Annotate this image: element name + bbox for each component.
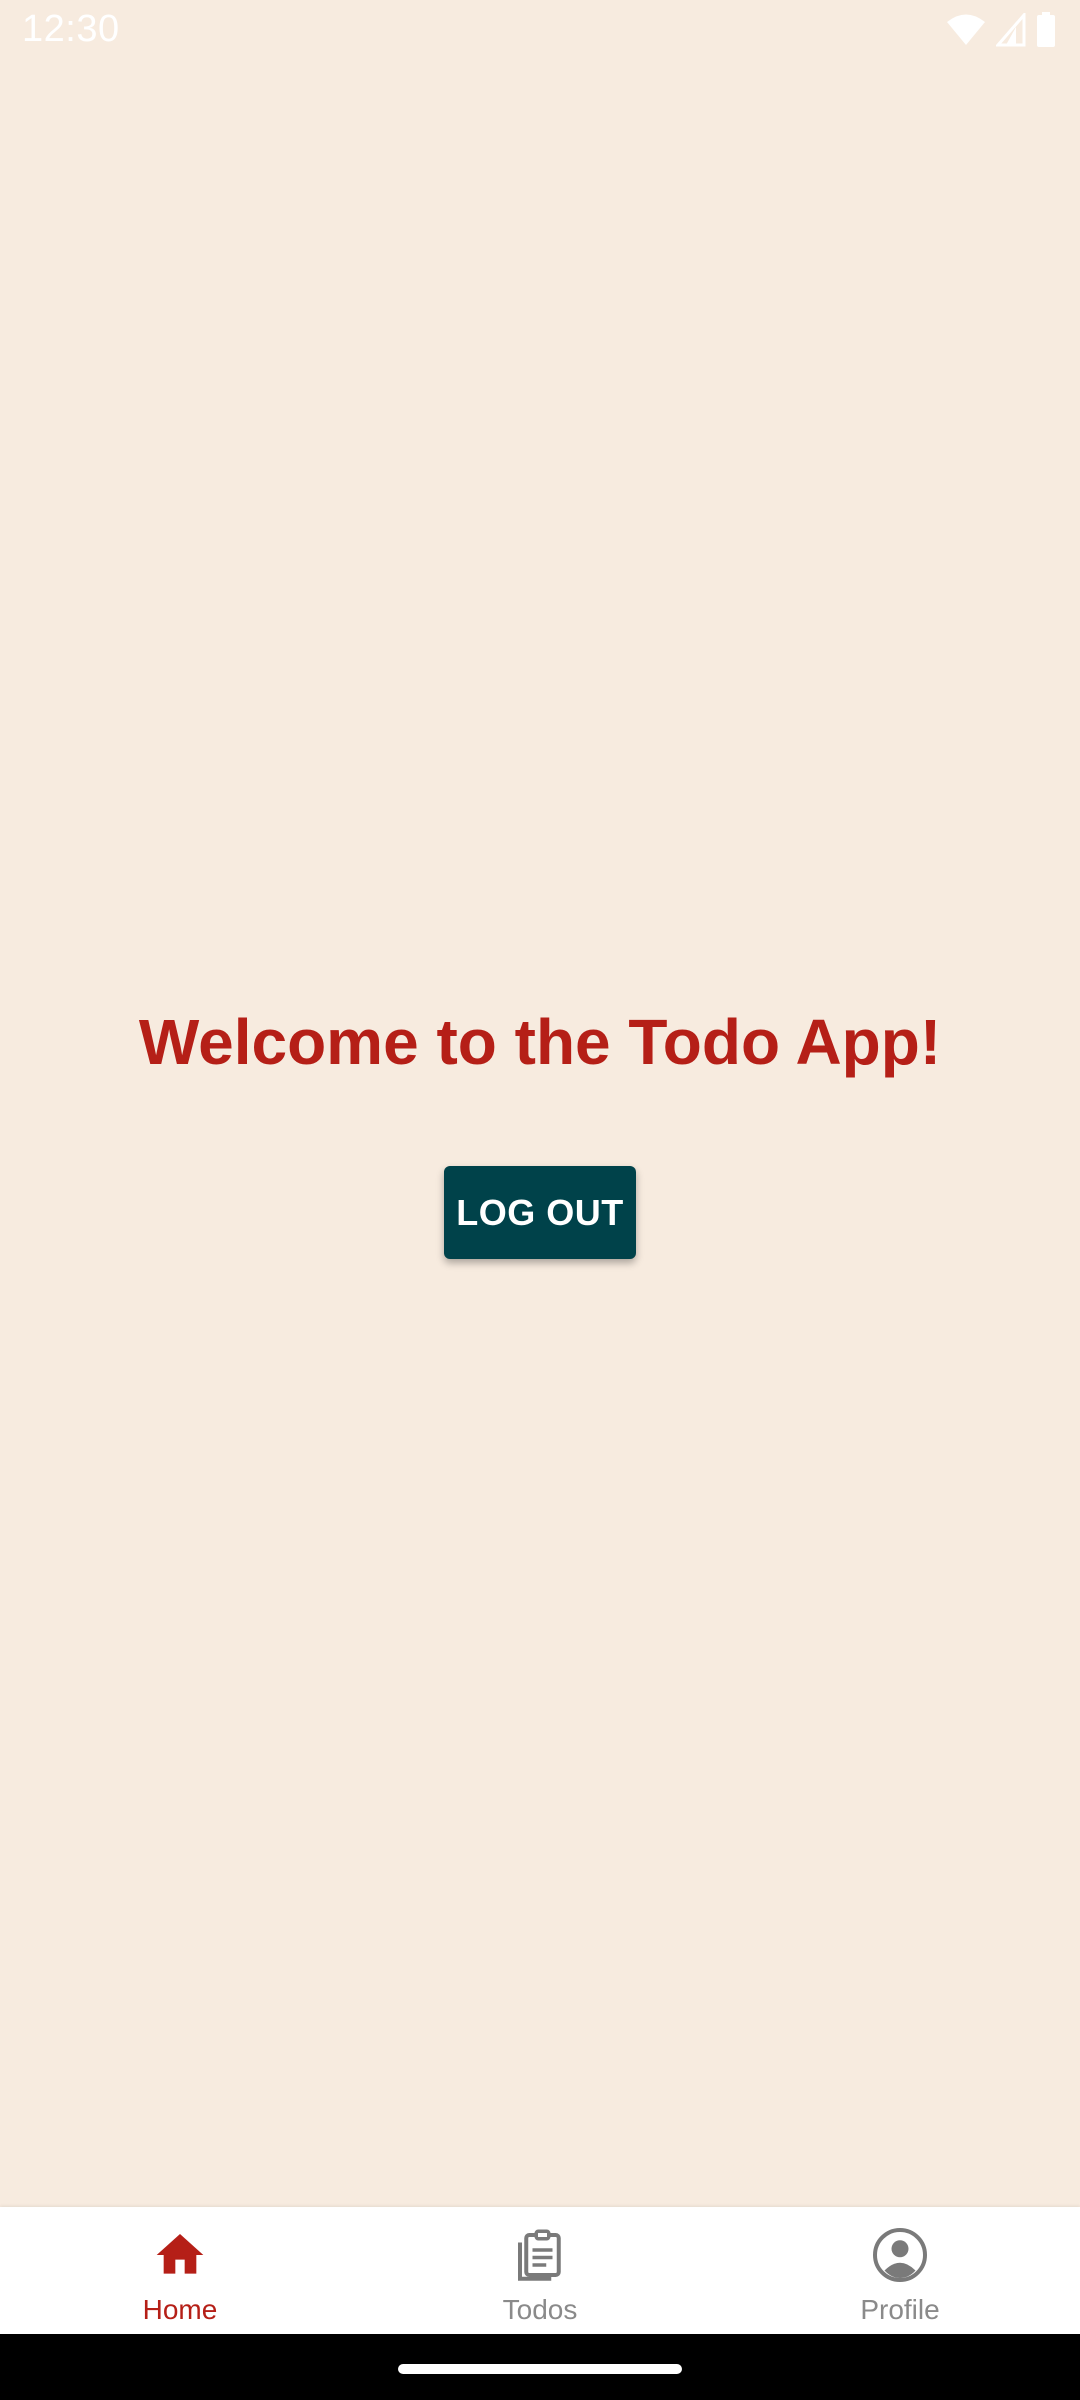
nav-label-home: Home: [142, 2294, 218, 2325]
welcome-title: Welcome to the Todo App!: [138, 1006, 942, 1078]
nav-label-profile: Profile: [860, 2294, 940, 2325]
signal-icon: [994, 10, 1026, 52]
system-navigation-bar: [0, 2334, 1080, 2400]
bottom-navigation: Home Todos Profile: [0, 2207, 1080, 2334]
nav-item-home[interactable]: Home: [0, 2207, 360, 2334]
status-time: 12:30: [22, 8, 120, 50]
nav-label-todos: Todos: [502, 2294, 578, 2325]
status-bar: 12:30: [0, 0, 1080, 64]
clipboard-icon: [510, 2225, 570, 2285]
home-icon: [150, 2225, 210, 2285]
account-circle-icon: [870, 2225, 930, 2285]
logout-button[interactable]: LOG OUT: [444, 1166, 636, 1259]
battery-icon: [1036, 11, 1056, 53]
gesture-handle[interactable]: [398, 2364, 682, 2374]
status-icons: [946, 10, 1056, 53]
wifi-icon: [946, 13, 986, 52]
nav-item-todos[interactable]: Todos: [360, 2207, 720, 2334]
nav-item-profile[interactable]: Profile: [720, 2207, 1080, 2334]
